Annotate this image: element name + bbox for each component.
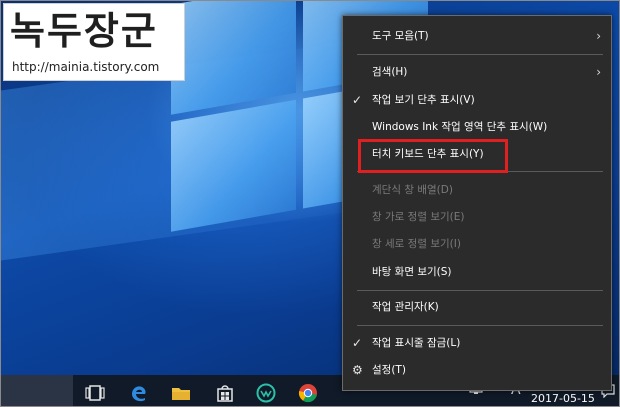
- taskbar-search-box[interactable]: [1, 375, 73, 406]
- highlight-box: [358, 139, 508, 173]
- menu-item-lock-taskbar[interactable]: ✓ 작업 표시줄 잠금(L): [343, 329, 611, 357]
- chevron-right-icon: ›: [596, 65, 601, 79]
- menu-item-stacked-windows: 창 가로 정렬 보기(E): [343, 203, 611, 231]
- taskbar-context-menu: 도구 모음(T) › 검색(H) › ✓ 작업 보기 단추 표시(V) Wind…: [342, 15, 612, 391]
- menu-item-show-task-view[interactable]: ✓ 작업 보기 단추 표시(V): [343, 86, 611, 114]
- menu-item-label: 작업 관리자(K): [372, 301, 439, 313]
- menu-separator: [357, 54, 603, 55]
- taskbar-date[interactable]: 2017-05-15: [531, 392, 595, 405]
- checkmark-icon: ✓: [352, 93, 363, 107]
- menu-item-label: 바탕 화면 보기(S): [372, 266, 452, 278]
- menu-item-label: 창 세로 정렬 보기(I): [372, 238, 461, 250]
- chrome-icon[interactable]: [298, 383, 318, 403]
- menu-item-task-manager[interactable]: 작업 관리자(K): [343, 293, 611, 321]
- menu-item-settings[interactable]: ⚙ 설정(T): [343, 356, 611, 384]
- menu-item-show-windows-ink[interactable]: Windows Ink 작업 영역 단추 표시(W): [343, 113, 611, 141]
- menu-item-label: Windows Ink 작업 영역 단추 표시(W): [372, 121, 548, 133]
- menu-item-label: 검색(H): [372, 66, 408, 78]
- edge-icon[interactable]: [129, 383, 149, 403]
- menu-item-toolbars[interactable]: 도구 모음(T) ›: [343, 22, 611, 50]
- menu-item-label: 작업 표시줄 잠금(L): [372, 337, 461, 349]
- watermark-url: http://mainia.tistory.com: [12, 60, 160, 74]
- menu-item-cascade-windows: 계단식 창 배열(D): [343, 176, 611, 204]
- app-icon[interactable]: [256, 383, 276, 403]
- chevron-right-icon: ›: [596, 29, 601, 43]
- watermark: 녹두장군 http://mainia.tistory.com: [3, 3, 185, 81]
- menu-item-show-desktop[interactable]: 바탕 화면 보기(S): [343, 258, 611, 286]
- watermark-title: 녹두장군: [10, 8, 158, 53]
- task-view-icon[interactable]: [85, 383, 105, 403]
- checkmark-icon: ✓: [352, 336, 363, 350]
- screenshot-frame: 녹두장군 http://mainia.tistory.com 2017-05-1…: [0, 0, 620, 407]
- menu-item-label: 작업 보기 단추 표시(V): [372, 94, 475, 106]
- store-icon[interactable]: [215, 383, 235, 403]
- menu-item-label: 도구 모음(T): [372, 30, 429, 42]
- file-explorer-icon[interactable]: [171, 383, 191, 403]
- menu-item-side-by-side-windows: 창 세로 정렬 보기(I): [343, 230, 611, 258]
- menu-item-label: 창 가로 정렬 보기(E): [372, 211, 465, 223]
- menu-item-label: 설정(T): [372, 364, 406, 376]
- gear-icon: ⚙: [352, 363, 363, 377]
- menu-separator: [357, 290, 603, 291]
- menu-separator: [357, 325, 603, 326]
- menu-item-search[interactable]: 검색(H) ›: [343, 58, 611, 86]
- menu-item-label: 계단식 창 배열(D): [372, 184, 453, 196]
